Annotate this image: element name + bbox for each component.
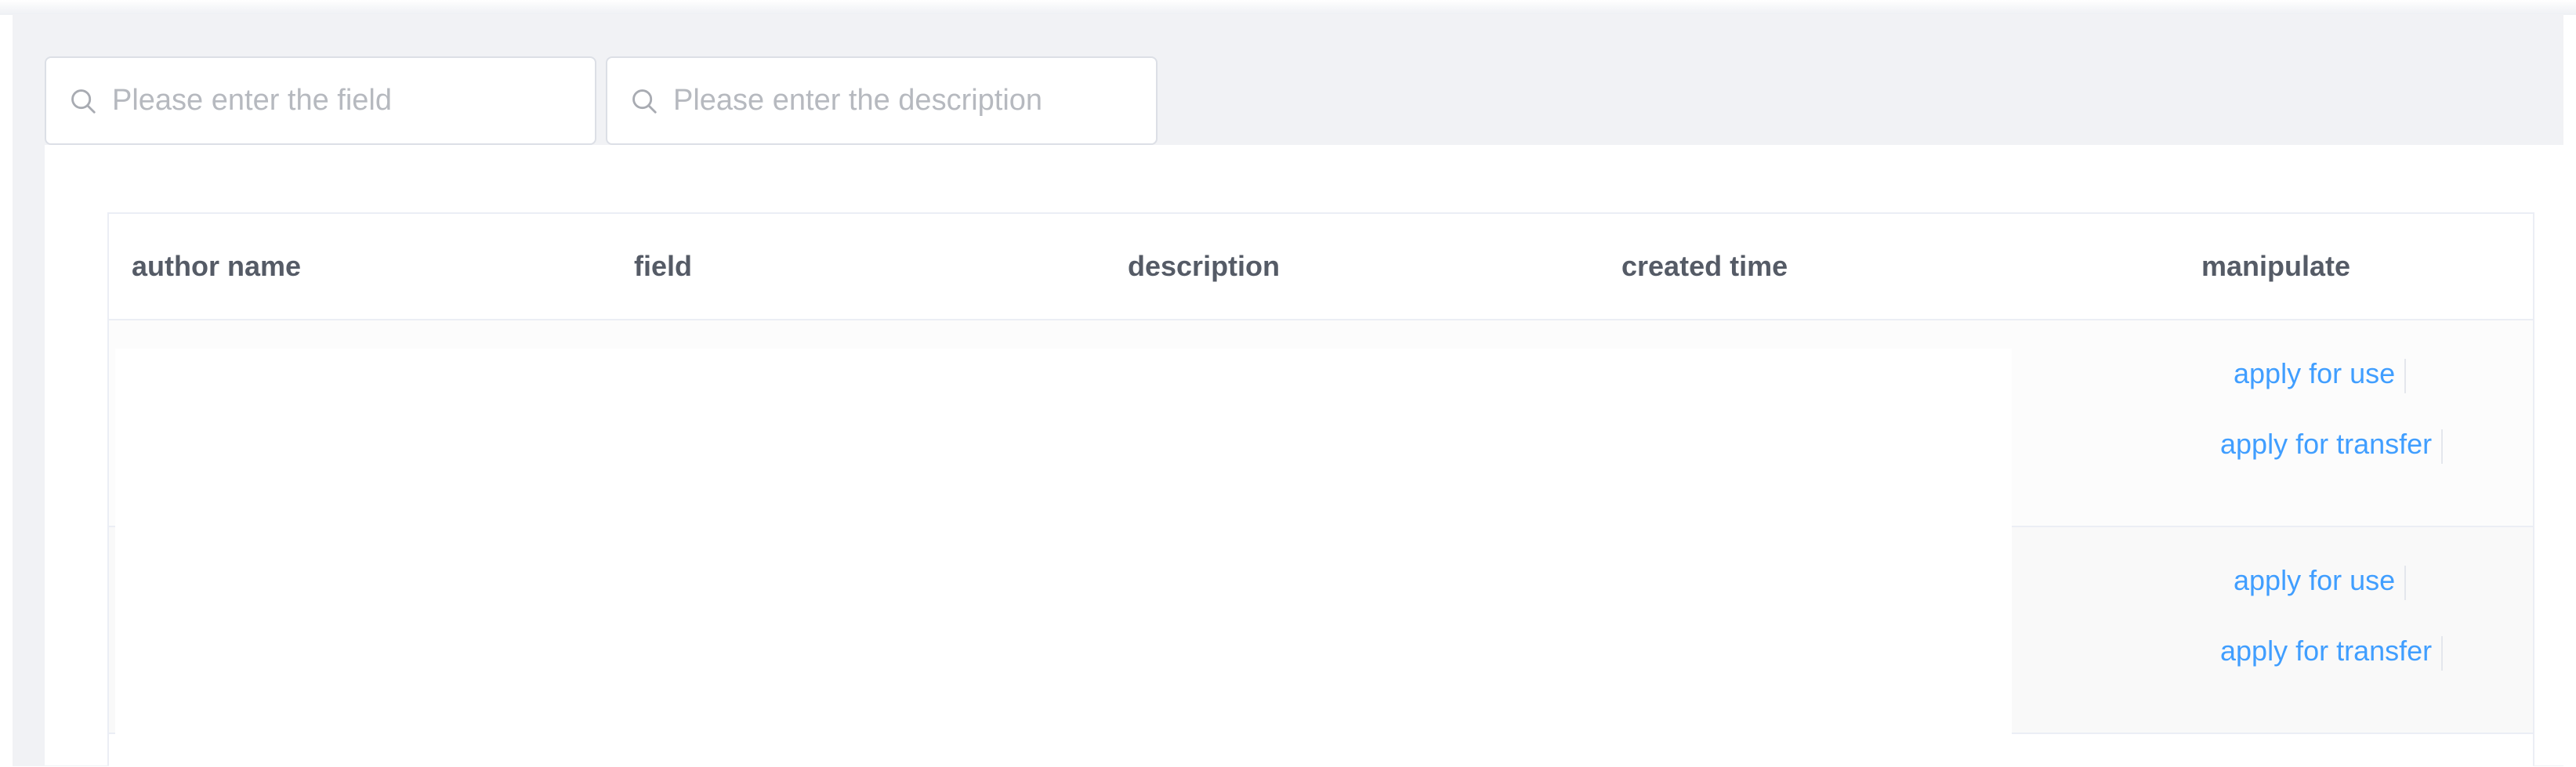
column-header-created-time: created time (1621, 250, 1788, 282)
search-icon (71, 89, 96, 114)
divider (2404, 566, 2406, 600)
description-search-box[interactable] (606, 56, 1158, 145)
table-row: apply for use apply for transfer (109, 527, 2533, 734)
row-actions: apply for use apply for transfer (2017, 320, 2534, 527)
divider (2441, 429, 2443, 464)
column-header-field: field (634, 250, 693, 282)
apply-for-use-button[interactable]: apply for use (2234, 564, 2395, 597)
field-search-input[interactable] (112, 84, 582, 118)
top-shadow (0, 0, 2576, 15)
row-data-cells (115, 527, 2012, 734)
viewport: author name field description created ti… (0, 0, 2576, 767)
field-search-box[interactable] (45, 56, 596, 145)
column-header-manipulate: manipulate (2201, 250, 2351, 282)
divider (2404, 359, 2406, 393)
description-search-input[interactable] (673, 84, 1143, 118)
row-actions: apply for use apply for transfer (2017, 527, 2534, 734)
search-icon (632, 89, 657, 114)
data-table: author name field description created ti… (107, 212, 2534, 767)
column-header-description: description (1128, 250, 1281, 282)
column-header-author-name: author name (132, 250, 302, 282)
apply-for-use-button[interactable]: apply for use (2234, 357, 2395, 390)
apply-for-transfer-button[interactable]: apply for transfer (2220, 635, 2432, 668)
apply-for-transfer-button[interactable]: apply for transfer (2220, 428, 2432, 461)
table-header: author name field description created ti… (109, 214, 2533, 320)
table-row: apply for use apply for transfer (109, 320, 2534, 529)
table-row-partial (109, 734, 2533, 767)
divider (2441, 636, 2443, 671)
row-data-cells (115, 349, 2012, 529)
